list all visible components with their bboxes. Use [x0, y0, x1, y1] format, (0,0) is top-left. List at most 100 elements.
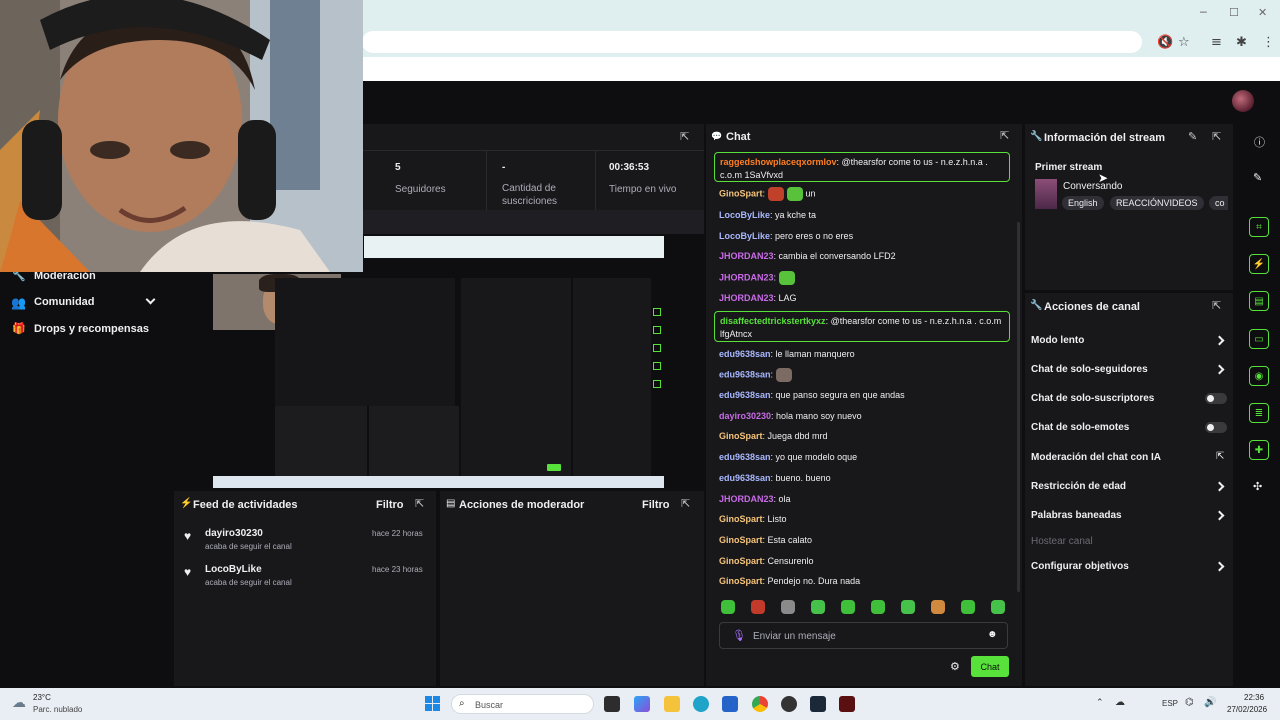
emote-image[interactable]	[786, 187, 803, 201]
popout-icon[interactable]: ⇱	[1000, 129, 1009, 142]
popout-icon[interactable]: ⇱	[1212, 130, 1221, 143]
channel-action-item[interactable]: Moderación del chat con IA	[1031, 452, 1161, 463]
tag-chip[interactable]: co	[1209, 196, 1228, 210]
chat-username[interactable]: GinoSpart	[719, 556, 763, 566]
pencil-icon[interactable]: ✎	[1253, 171, 1262, 184]
popout-icon[interactable]: ⇱	[681, 497, 690, 510]
toggle-switch[interactable]	[1205, 422, 1227, 433]
chat-input[interactable]: 🎙 Enviar un mensaje ☻	[719, 622, 1008, 649]
channel-action-item[interactable]: Modo lento	[1031, 335, 1084, 346]
mod-filter-button[interactable]: Filtro	[642, 499, 670, 511]
chat-username[interactable]: LocoByLike	[719, 210, 770, 220]
chat-bubble-icon[interactable]: ▭	[1249, 329, 1269, 349]
edge-icon[interactable]	[693, 696, 709, 712]
activity-user[interactable]: LocoByLike	[205, 564, 262, 575]
channel-action-item[interactable]: Configurar objetivos	[1031, 561, 1129, 572]
pencil-icon[interactable]: ✎	[1188, 130, 1197, 143]
add-widget-icon[interactable]: ✣	[1253, 480, 1262, 493]
browser-menu-icon[interactable]: ⋮	[1262, 35, 1275, 50]
quick-emote[interactable]	[751, 600, 765, 614]
clip-icon[interactable]: ⌗	[1249, 217, 1269, 237]
chrome-icon[interactable]	[752, 696, 768, 712]
chat-username[interactable]: edu9638san	[719, 390, 771, 400]
quick-emote[interactable]	[721, 600, 735, 614]
popout-icon[interactable]: ⇱	[1212, 299, 1221, 312]
chat-username[interactable]: JHORDAN23	[719, 272, 774, 282]
wrench-icon[interactable]: ✚	[1249, 440, 1269, 460]
chat-username[interactable]: GinoSpart	[719, 431, 763, 441]
info-icon[interactable]: ⓘ	[1254, 134, 1265, 150]
chat-username[interactable]: GinoSpart	[719, 576, 763, 586]
bolt-icon[interactable]: ⚡	[1249, 254, 1269, 274]
bookmark-star-icon[interactable]: ☆	[1178, 35, 1190, 50]
file-explorer-icon[interactable]	[664, 696, 680, 712]
chat-username[interactable]: GinoSpart	[719, 514, 763, 524]
channel-action-item[interactable]: Chat de solo-seguidores	[1031, 364, 1148, 375]
tag-chip[interactable]: English	[1062, 196, 1104, 210]
channel-action-item[interactable]: Chat de solo-suscriptores	[1031, 393, 1154, 404]
category-thumbnail[interactable]	[1035, 179, 1057, 209]
stream-category[interactable]: Conversando	[1063, 181, 1122, 192]
activity-filter-button[interactable]: Filtro	[376, 499, 404, 511]
chat-username[interactable]: dayiro30230	[719, 411, 771, 421]
tag-chip[interactable]: REACCIÓNVIDEOS	[1110, 196, 1204, 210]
chat-username[interactable]: edu9638san	[719, 369, 771, 379]
quick-emote[interactable]	[811, 600, 825, 614]
quick-emote[interactable]	[961, 600, 975, 614]
maximize-button[interactable]: ☐	[1229, 6, 1239, 19]
windows-start-icon[interactable]	[425, 696, 441, 712]
quick-emote[interactable]	[841, 600, 855, 614]
emote-image[interactable]	[775, 368, 792, 382]
channel-action-item[interactable]: Restricción de edad	[1031, 481, 1126, 492]
chat-username[interactable]: GinoSpart	[719, 535, 763, 545]
broadcast-icon[interactable]: ◉	[1249, 366, 1269, 386]
quick-emote[interactable]	[871, 600, 885, 614]
language-indicator[interactable]: ESP	[1162, 699, 1178, 708]
stream-preview[interactable]	[213, 234, 664, 488]
chat-username[interactable]: edu9638san	[719, 473, 771, 483]
emote-picker-icon[interactable]: ☻	[987, 629, 998, 640]
sidebar-item-drops[interactable]: Drops y recompensas	[34, 323, 149, 335]
media-icon[interactable]: ≡	[1211, 35, 1222, 50]
task-view-icon[interactable]	[604, 696, 620, 712]
popout-icon[interactable]: ⇱	[415, 497, 424, 510]
taskbar-search[interactable]: ⌕ Buscar	[451, 694, 594, 714]
chat-username[interactable]: JHORDAN23	[719, 251, 774, 261]
chat-send-button[interactable]: Chat	[971, 656, 1009, 677]
weather-temp[interactable]: 23°C	[33, 693, 51, 702]
chat-username[interactable]: edu9638san	[719, 349, 771, 359]
channel-action-item[interactable]: Chat de solo-emotes	[1031, 422, 1129, 433]
steam-icon[interactable]	[810, 696, 826, 712]
mute-icon[interactable]: 🔇	[1157, 35, 1173, 50]
clock-time[interactable]: 22:36	[1244, 693, 1264, 702]
emote-image[interactable]	[778, 271, 795, 285]
clock-date[interactable]: 27/02/2026	[1227, 705, 1267, 714]
chat-username[interactable]: disaffectedtrickstertkyxz	[720, 316, 826, 326]
sidebar-item-label[interactable]: Comunidad	[34, 296, 95, 308]
app-icon[interactable]	[839, 696, 855, 712]
microphone-icon[interactable]: 🎙	[732, 629, 746, 642]
extension-icon[interactable]: ✱	[1236, 35, 1247, 50]
chat-username[interactable]: LocoByLike	[719, 231, 770, 241]
activity-user[interactable]: dayiro30230	[205, 528, 263, 539]
network-icon[interactable]: ⌬	[1185, 697, 1194, 708]
chat-scrollbar[interactable]	[1017, 222, 1020, 592]
minimize-button[interactable]: ─	[1200, 6, 1207, 19]
close-window-button[interactable]: ✕	[1258, 6, 1267, 19]
obs-icon[interactable]	[781, 696, 797, 712]
quick-emote[interactable]	[901, 600, 915, 614]
chat-username[interactable]: JHORDAN23	[719, 494, 774, 504]
copilot-icon[interactable]	[634, 696, 650, 712]
chat-username[interactable]: GinoSpart	[719, 188, 763, 198]
toggle-switch[interactable]	[1205, 393, 1227, 404]
quick-emote[interactable]	[781, 600, 795, 614]
volume-icon[interactable]: 🔊	[1204, 697, 1216, 708]
avatar[interactable]	[1232, 90, 1254, 112]
clipboard-icon[interactable]: ▤	[1249, 291, 1269, 311]
chat-username[interactable]: edu9638san	[719, 452, 771, 462]
emote-image[interactable]	[767, 187, 784, 201]
gear-icon[interactable]: ⚙	[950, 660, 960, 673]
quick-emote[interactable]	[931, 600, 945, 614]
channel-action-item[interactable]: Palabras baneadas	[1031, 510, 1122, 521]
address-bar[interactable]	[362, 31, 1142, 53]
